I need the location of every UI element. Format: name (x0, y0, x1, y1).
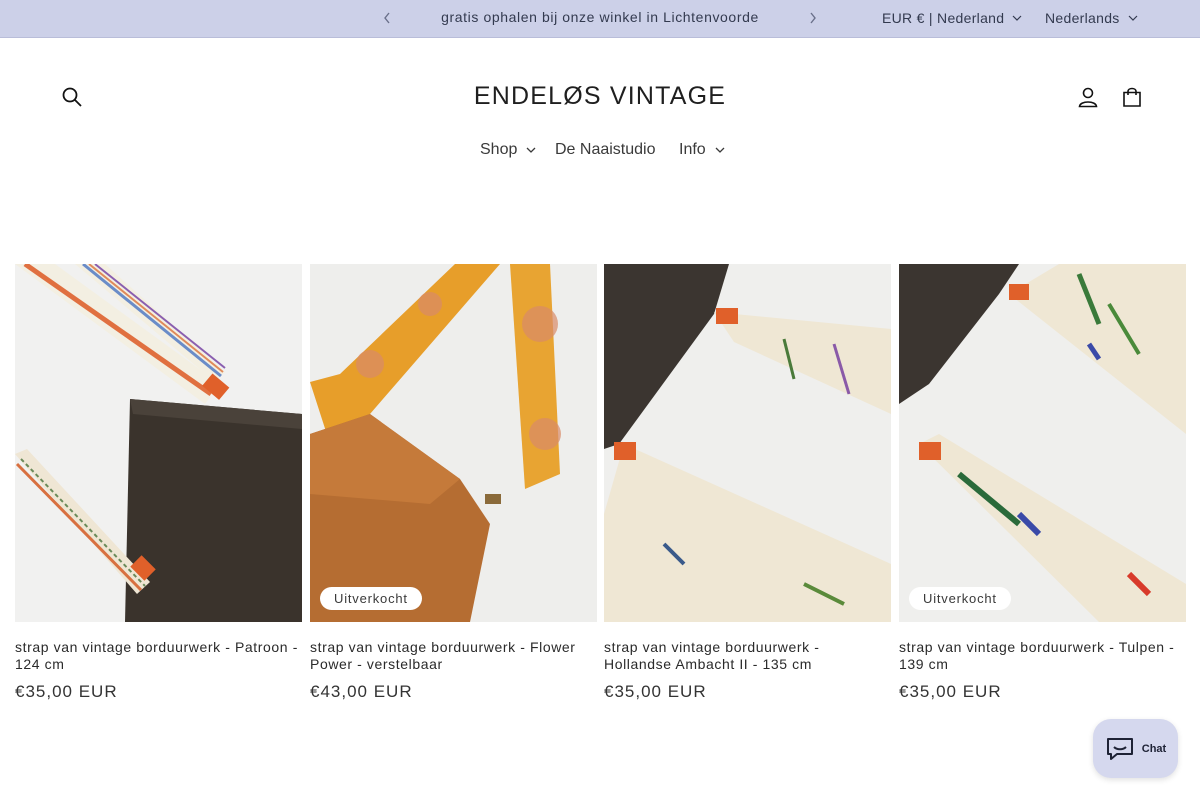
product-price: €35,00 EUR (15, 682, 118, 701)
product-price: €43,00 EUR (310, 682, 413, 701)
product-image[interactable] (15, 264, 302, 622)
product-title[interactable]: strap van vintage borduurwerk - Tulpen -… (899, 639, 1186, 673)
chat-button[interactable]: Chat (1093, 719, 1178, 778)
product-card[interactable]: strap van vintage borduurwerk - Patroon … (15, 264, 302, 702)
product-image[interactable] (604, 264, 891, 622)
announcement-bar: gratis ophalen bij onze winkel in Lichte… (0, 0, 1200, 38)
account-icon (1078, 87, 1098, 108)
main-nav: Shop De Naaistudio Info (0, 141, 1200, 161)
currency-label: EUR € | Nederland (882, 10, 1005, 26)
product-card[interactable]: strap van vintage borduurwerk - Hollands… (604, 264, 891, 702)
announcement-prev-button[interactable] (379, 10, 395, 28)
product-title[interactable]: strap van vintage borduurwerk - Hollands… (604, 639, 891, 673)
chevron-down-icon (1012, 15, 1022, 21)
product-card[interactable]: Uitverkocht strap van vintage borduurwer… (310, 264, 597, 702)
currency-selector[interactable]: EUR € | Nederland (882, 10, 1022, 26)
nav-item-naaistudio[interactable]: De Naaistudio (555, 141, 656, 159)
nav-item-label: De Naaistudio (555, 141, 656, 158)
sold-out-badge: Uitverkocht (909, 587, 1011, 610)
nav-item-label: Shop (480, 141, 518, 158)
chevron-left-icon (384, 12, 390, 24)
product-title[interactable]: strap van vintage borduurwerk - Patroon … (15, 639, 302, 673)
product-card[interactable]: Uitverkocht strap van vintage borduurwer… (899, 264, 1186, 702)
search-button[interactable] (58, 83, 86, 111)
product-price: €35,00 EUR (604, 682, 707, 701)
nav-item-shop[interactable]: Shop (480, 141, 536, 159)
chat-bubble-icon (1106, 737, 1133, 760)
chevron-down-icon (715, 147, 725, 153)
product-image[interactable]: Uitverkocht (310, 264, 597, 622)
chat-label: Chat (1141, 742, 1167, 755)
chevron-right-icon (810, 12, 816, 24)
sold-out-badge: Uitverkocht (320, 587, 422, 610)
chevron-down-icon (526, 147, 536, 153)
nav-item-info[interactable]: Info (679, 141, 725, 159)
search-icon (62, 87, 82, 107)
account-button[interactable] (1074, 83, 1102, 111)
announcement-next-button[interactable] (805, 10, 821, 28)
cart-icon (1123, 87, 1141, 107)
nav-item-label: Info (679, 141, 706, 158)
language-label: Nederlands (1045, 10, 1120, 26)
site-logo[interactable]: ENDELØS VINTAGE (400, 82, 800, 111)
chevron-down-icon (1128, 15, 1138, 21)
product-title[interactable]: strap van vintage borduurwerk - Flower P… (310, 639, 597, 673)
product-price: €35,00 EUR (899, 682, 1002, 701)
product-image[interactable]: Uitverkocht (899, 264, 1186, 622)
announcement-text: gratis ophalen bij onze winkel in Lichte… (441, 9, 759, 25)
language-selector[interactable]: Nederlands (1045, 10, 1138, 26)
cart-button[interactable] (1118, 83, 1146, 111)
